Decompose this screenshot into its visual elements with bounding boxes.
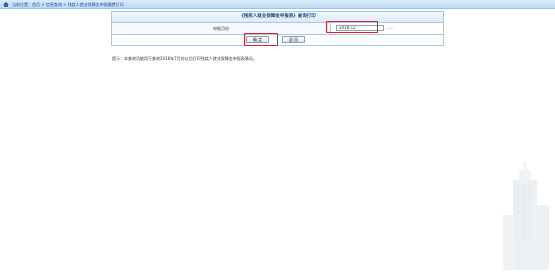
home-icon[interactable] [3, 1, 9, 7]
month-label: 申报月份 [112, 23, 331, 34]
breadcrumb: 当前位置：首页 > 信息查询 > 残疾人就业保障金申报缴费打印 [12, 1, 124, 7]
panel-title: 《残疾人就业保障金申报表》查询打印 [112, 12, 443, 23]
background-building-image [495, 160, 555, 270]
hint-text: 提示：本查询功能用于查询2018年7月份以后打印残疾人就业保障金申报表情况。 [112, 56, 257, 61]
month-picker-button[interactable]: …… [386, 25, 394, 31]
return-button[interactable]: 返 回 [282, 36, 305, 43]
topbar: 当前位置：首页 > 信息查询 > 残疾人就业保障金申报缴费打印 [0, 0, 555, 9]
month-highlight-box [326, 21, 378, 33]
confirm-highlight-box [244, 33, 278, 46]
